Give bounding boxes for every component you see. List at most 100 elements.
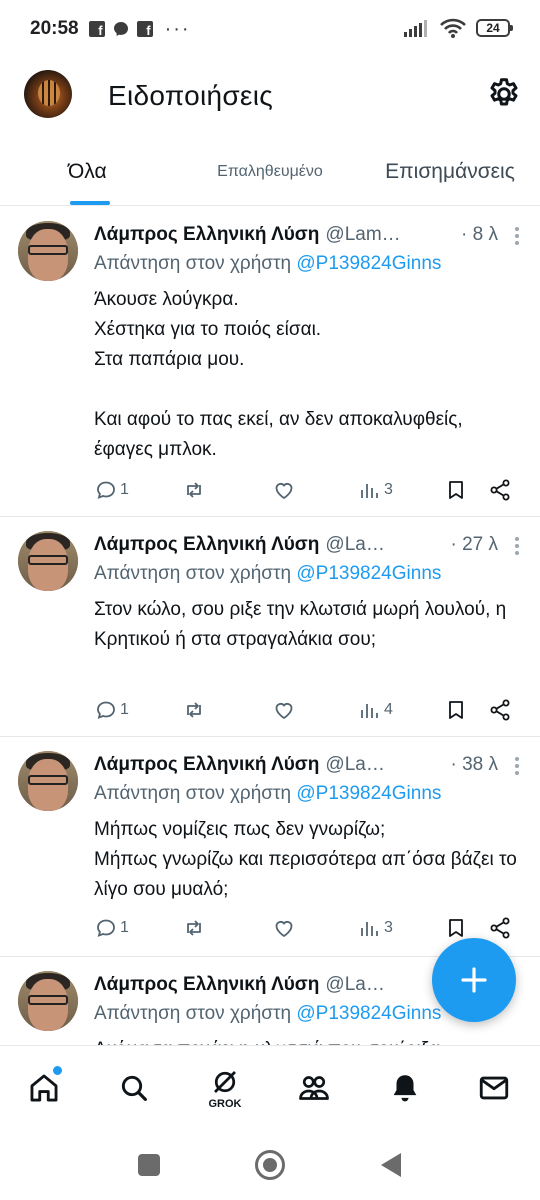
nav-home[interactable] [22, 1066, 66, 1110]
battery-icon: 24 [476, 19, 513, 37]
avatar[interactable] [18, 221, 78, 281]
views-button[interactable]: 3 [358, 478, 393, 502]
status-right: 24 [404, 18, 513, 38]
facebook-icon-2: f [136, 21, 153, 37]
post-time: · 8 λ [461, 224, 498, 245]
author-name[interactable]: Λάμπρος Ελληνική Λύση [94, 224, 319, 246]
reply-to-link[interactable]: @P139824Ginns [296, 783, 441, 804]
tab-verified[interactable]: Επαληθευμένο [190, 138, 350, 206]
post-header: Λάμπρος Ελληνική Λύση @Lam… · 8 λ [94, 221, 520, 249]
compose-button[interactable] [432, 938, 516, 1022]
bookmark-button[interactable] [444, 916, 468, 940]
more-notifications-icon: ··· [164, 17, 191, 40]
author-name[interactable]: Λάμπρος Ελληνική Λύση [94, 754, 319, 776]
settings-gear-icon[interactable] [486, 76, 522, 112]
post-time: · 38 λ [450, 754, 498, 775]
author-handle[interactable]: @La… [325, 974, 384, 996]
bottom-navigation: GROK [0, 1045, 540, 1131]
list-item[interactable]: Λάμπρος Ελληνική Λύση @Lam… · 8 λ Απάντη… [0, 207, 540, 517]
bookmark-button[interactable] [444, 478, 468, 502]
top-app-bar: Ειδοποιήσεις [0, 58, 540, 138]
reply-to-link[interactable]: @P139824Ginns [296, 253, 441, 274]
more-options-icon[interactable] [514, 225, 520, 245]
more-options-icon[interactable] [514, 755, 520, 775]
nav-grok[interactable]: GROK [203, 1066, 247, 1110]
post-time: · 27 λ [450, 534, 498, 555]
reply-prefix: Απάντηση στον χρήστη [94, 563, 292, 584]
search-icon [121, 1075, 147, 1101]
reply-button[interactable]: 1 [94, 698, 129, 722]
share-icon [490, 917, 510, 939]
home-button[interactable] [255, 1150, 285, 1180]
post-text: Άκουσε λούγκρα. Χέστηκα για το ποιός είσ… [94, 289, 463, 460]
bookmark-icon [449, 919, 463, 937]
avatar[interactable] [18, 531, 78, 591]
repost-button[interactable] [182, 916, 206, 940]
views-button[interactable]: 3 [358, 916, 393, 940]
back-button[interactable] [381, 1153, 401, 1177]
nav-communities[interactable] [292, 1066, 336, 1110]
grok-icon [214, 1071, 236, 1093]
tab-mentions[interactable]: Επισημάνσεις [370, 138, 530, 206]
repost-icon [187, 702, 201, 718]
nav-notifications[interactable] [383, 1066, 427, 1110]
reply-context: Απάντηση στον χρήστη @P139824Ginns [94, 253, 441, 275]
system-navigation [0, 1131, 540, 1200]
repost-icon [187, 482, 201, 498]
notification-tabs: Όλα Επαληθευμένο Επισημάνσεις [0, 138, 540, 206]
author-handle[interactable]: @La… [325, 534, 384, 556]
post-text: Μήπως νομίζεις πως δεν γνωρίζω; Μήπως γν… [94, 819, 517, 900]
nav-messages[interactable] [472, 1066, 516, 1110]
avatar[interactable] [18, 971, 78, 1031]
notifications-feed[interactable]: Λάμπρος Ελληνική Λύση @Lam… · 8 λ Απάντη… [0, 207, 540, 1045]
mail-icon [479, 1076, 509, 1100]
nav-search[interactable] [112, 1066, 156, 1110]
recents-button[interactable] [138, 1154, 160, 1176]
avatar[interactable] [18, 751, 78, 811]
views-count: 3 [384, 919, 393, 936]
share-button[interactable] [488, 916, 512, 940]
views-count: 3 [384, 481, 393, 498]
status-time: 20:58 [30, 18, 79, 39]
bell-icon [393, 1075, 417, 1102]
heart-icon [275, 483, 293, 500]
list-item[interactable]: Λάμπρος Ελληνική Λύση @La… · 27 λ Απάντη… [0, 517, 540, 737]
like-button[interactable] [272, 916, 296, 940]
share-button[interactable] [488, 698, 512, 722]
active-tab-indicator [70, 201, 110, 205]
plus-icon [461, 967, 487, 993]
more-options-icon[interactable] [514, 535, 520, 555]
repost-button[interactable] [182, 698, 206, 722]
author-name[interactable]: Λάμπρος Ελληνική Λύση [94, 974, 319, 996]
like-button[interactable] [272, 698, 296, 722]
post-header: Λάμπρος Ελληνική Λύση @La… · 38 λ [94, 751, 520, 779]
signal-icon [404, 20, 427, 37]
list-item[interactable]: Λάμπρος Ελληνική Λύση @La… · 38 λ Απάντη… [0, 737, 540, 957]
like-button[interactable] [272, 478, 296, 502]
author-handle[interactable]: @La… [325, 754, 384, 776]
profile-avatar[interactable] [24, 70, 72, 118]
reply-context: Απάντηση στον χρήστη @P139824Ginns [94, 1003, 441, 1025]
post-actions: 1 4 [94, 697, 520, 723]
reply-count: 1 [120, 701, 129, 718]
post-header: Λάμπρος Ελληνική Λύση @La… · 27 λ [94, 531, 520, 559]
views-button[interactable]: 4 [358, 698, 393, 722]
reply-button[interactable]: 1 [94, 478, 129, 502]
reply-prefix: Απάντηση στον χρήστη [94, 783, 292, 804]
heart-icon [275, 921, 293, 938]
reply-to-link[interactable]: @P139824Ginns [296, 563, 441, 584]
author-handle[interactable]: @Lam… [325, 224, 400, 246]
repost-button[interactable] [182, 478, 206, 502]
reply-button[interactable]: 1 [94, 916, 129, 940]
reply-prefix: Απάντηση στον χρήστη [94, 253, 292, 274]
author-name[interactable]: Λάμπρος Ελληνική Λύση [94, 534, 319, 556]
bookmark-button[interactable] [444, 698, 468, 722]
share-button[interactable] [488, 478, 512, 502]
reply-icon [97, 701, 115, 719]
unread-dot [53, 1066, 62, 1075]
reply-to-link[interactable]: @P139824Ginns [296, 1003, 441, 1024]
tab-all[interactable]: Όλα [30, 138, 150, 206]
reply-icon [97, 481, 115, 499]
reply-context: Απάντηση στον χρήστη @P139824Ginns [94, 563, 441, 585]
home-icon [30, 1074, 58, 1102]
